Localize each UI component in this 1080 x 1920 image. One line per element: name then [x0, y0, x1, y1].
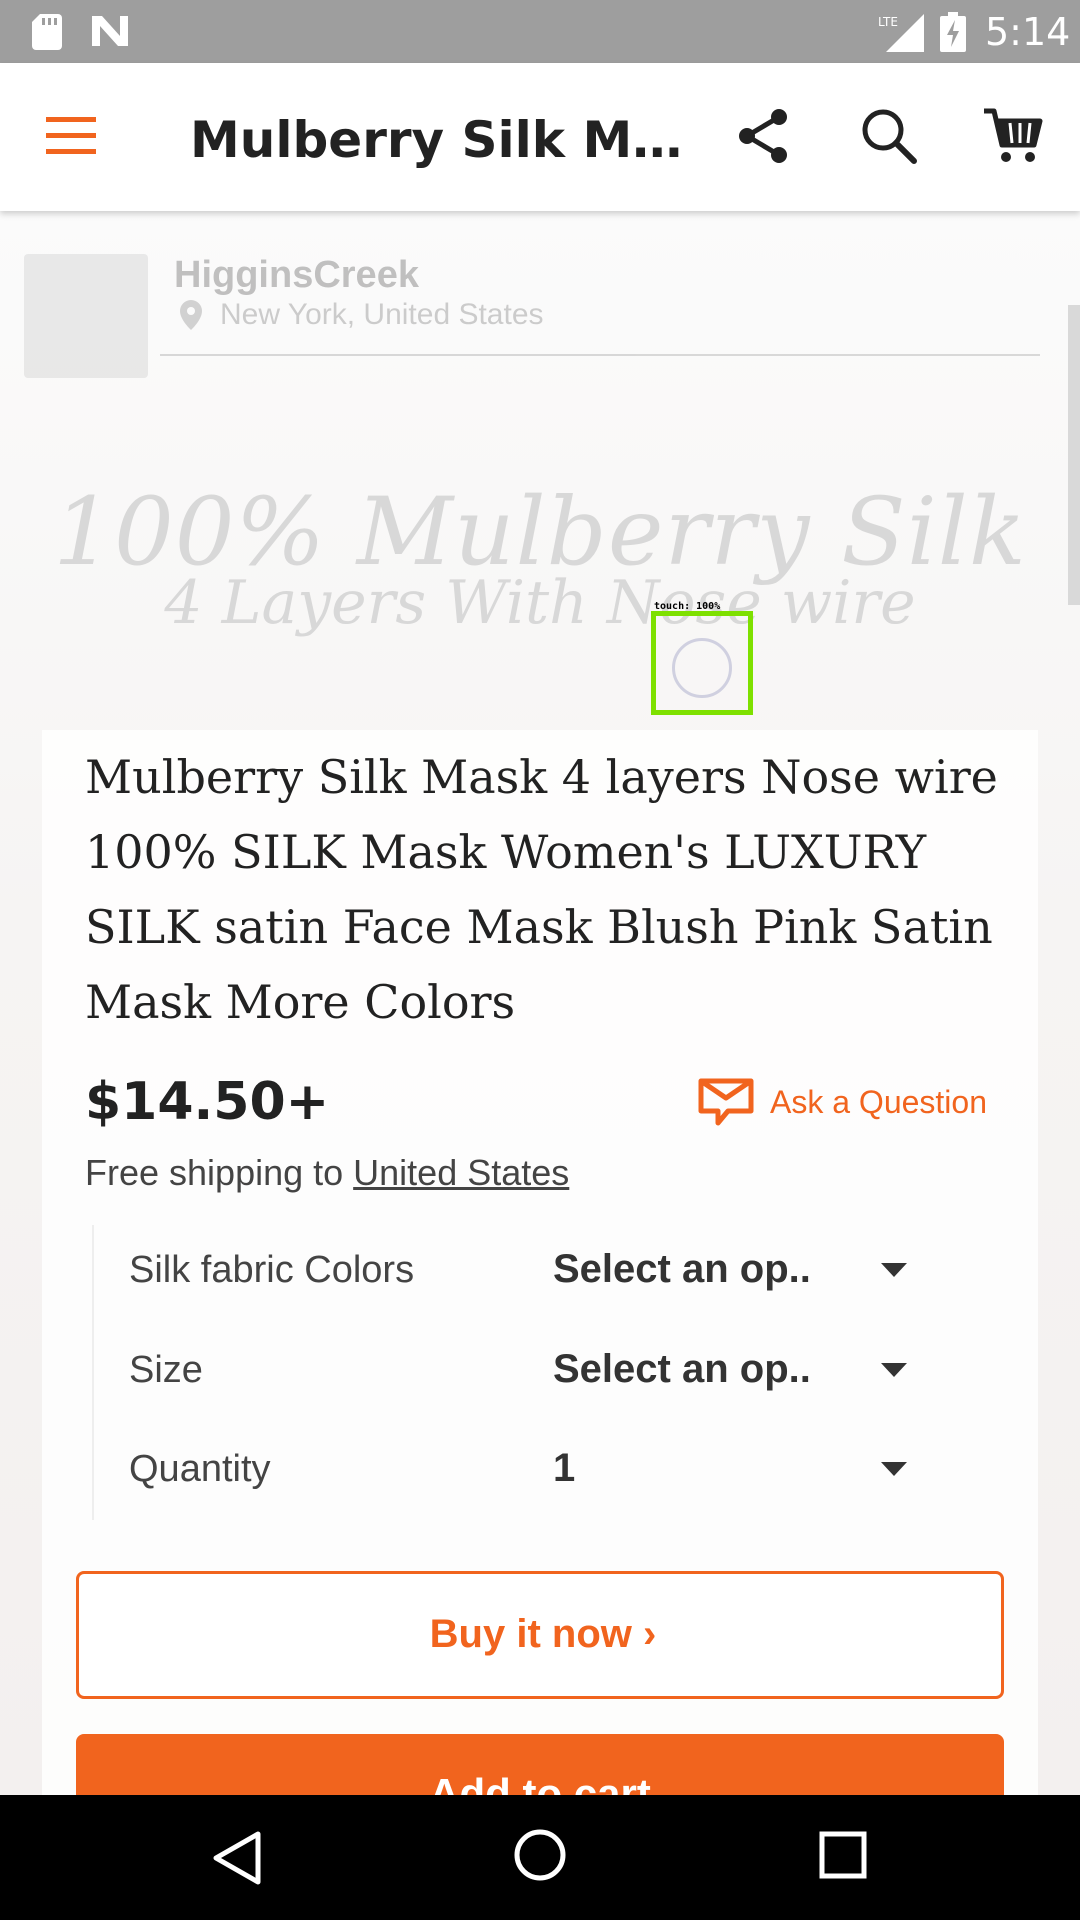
shipping-info: Free shipping to United States	[85, 1152, 569, 1194]
option-quantity[interactable]: Quantity 1	[94, 1424, 1004, 1524]
app-bar: Mulberry Silk Mas...	[0, 63, 1080, 211]
option-select[interactable]: Select an op..	[553, 1347, 833, 1392]
share-icon[interactable]	[735, 107, 793, 165]
lte-signal-icon: LTE	[878, 14, 924, 52]
variation-options: Silk fabric Colors Select an op.. Size S…	[92, 1225, 1002, 1520]
buy-it-now-button[interactable]: Buy it now ›	[76, 1571, 1004, 1699]
chevron-down-icon	[881, 1263, 907, 1277]
notification-n-icon	[92, 16, 128, 46]
search-icon[interactable]	[860, 107, 918, 165]
divider	[160, 354, 1040, 356]
status-time: 5:14	[985, 10, 1071, 54]
location-pin-icon	[180, 300, 202, 330]
battery-charging-icon	[940, 12, 966, 52]
mail-icon	[698, 1078, 754, 1126]
shipping-prefix: Free shipping to	[85, 1152, 354, 1193]
shop-header[interactable]: HigginsCreek New York, United States	[24, 254, 1040, 382]
chevron-down-icon	[881, 1363, 907, 1377]
product-price: $14.50+	[85, 1072, 330, 1132]
touch-point	[672, 638, 732, 698]
image-caption-line2: 4 Layers With Nose wire	[164, 568, 916, 638]
menu-icon[interactable]	[46, 115, 96, 157]
status-bar: LTE 5:14	[0, 0, 1080, 63]
option-select[interactable]: Select an op..	[553, 1247, 833, 1292]
shop-location: New York, United States	[220, 298, 544, 331]
svg-text:LTE: LTE	[878, 15, 898, 29]
option-label: Size	[129, 1349, 203, 1391]
option-silk-fabric-colors[interactable]: Silk fabric Colors Select an op..	[94, 1225, 1004, 1325]
shipping-destination-link[interactable]: United States	[353, 1152, 569, 1193]
recents-icon[interactable]	[818, 1830, 868, 1880]
option-label: Quantity	[129, 1448, 271, 1490]
back-icon[interactable]	[210, 1830, 262, 1886]
option-label: Silk fabric Colors	[129, 1249, 415, 1291]
home-icon[interactable]	[513, 1828, 567, 1882]
option-size[interactable]: Size Select an op..	[94, 1325, 1004, 1425]
buy-it-now-label: Buy it now ›	[429, 1612, 657, 1656]
scrollbar[interactable]	[1068, 305, 1080, 605]
sd-card-icon	[32, 14, 62, 50]
chevron-down-icon	[881, 1462, 907, 1476]
shop-avatar	[24, 254, 148, 378]
cart-icon[interactable]	[982, 105, 1044, 165]
navigation-bar	[0, 1795, 1080, 1920]
quantity-select[interactable]: 1	[553, 1446, 833, 1491]
page-title: Mulberry Silk Mas...	[190, 111, 690, 169]
product-title: Mulberry Silk Mask 4 layers Nose wire 10…	[85, 750, 998, 1029]
ask-question-label: Ask a Question	[770, 1084, 987, 1120]
shop-name: HigginsCreek	[174, 254, 419, 296]
